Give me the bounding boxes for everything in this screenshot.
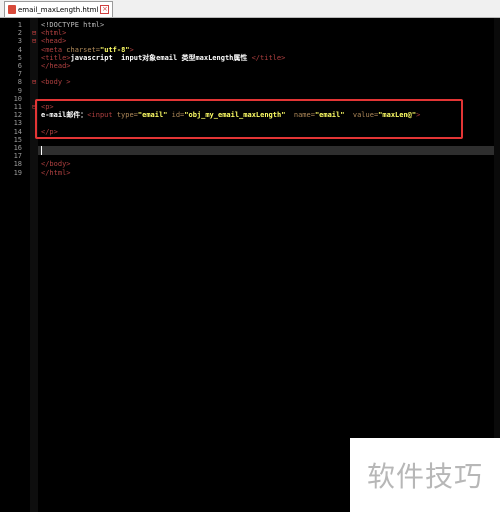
line-number: 17 [13,152,22,161]
code-token-tag: </html> [41,168,71,177]
code-line[interactable]: 1 <!DOCTYPE html> [0,21,500,29]
line-number: 14 [13,127,22,136]
code-token-tag: <html> [41,29,67,38]
code-token-attr: charset= [66,45,101,54]
watermark: 软件技巧 [350,438,500,512]
code-line[interactable]: 2 ⊟ <html> [0,29,500,37]
fold-toggle-icon[interactable]: ⊟ [32,78,36,86]
code-token-tag: <title> [41,53,71,62]
code-token-tag: <meta [41,45,67,54]
close-icon[interactable]: × [100,5,110,14]
code-text: <!DOCTYPE html> [41,21,104,29]
code-text: </body> [41,160,71,168]
code-token-doctype: <!DOCTYPE html> [41,21,105,29]
tab-bar: email_maxLength.html × [0,0,500,18]
code-text: <meta charset="utf-8"> [41,46,134,54]
line-number: 13 [13,119,22,128]
code-text: <head> [41,37,66,45]
code-line[interactable]: 3 ⊟ <head> [0,37,500,45]
line-number: 9 [17,86,22,95]
line-number: 5 [17,53,22,62]
fold-toggle-icon[interactable]: ⊟ [32,29,36,37]
code-line[interactable]: 18 </body> [0,160,500,168]
code-line[interactable]: 5 <title>javascript input对象email 类型maxLen… [0,54,500,62]
tab-email-maxlength[interactable]: email_maxLength.html × [4,1,114,17]
code-text: <html> [41,29,66,37]
line-number: 7 [17,70,22,79]
line-number: 8 [17,78,22,87]
code-token-strong: javascript input对象email 类型maxLength属性 [70,53,252,62]
line-number: 10 [13,94,22,103]
code-line[interactable]: 7 [0,70,500,78]
code-line[interactable]: 6 </head> [0,62,500,70]
annotation-highlight-box [35,99,463,139]
code-token-tag: <body > [41,78,71,87]
line-number: 6 [17,62,22,70]
line-number: 12 [13,111,22,120]
code-token-val: "utf-8" [100,45,130,54]
code-text: </html> [41,169,71,177]
code-line[interactable]: 8 ⊟ <body > [0,78,500,86]
code-line[interactable]: 17 [0,152,500,160]
code-token-tag: > [129,45,134,54]
html-file-icon [8,5,16,14]
line-number: 15 [13,135,22,144]
code-token-tag: </head> [41,62,71,70]
code-text: </head> [41,62,71,70]
code-token-tag: </body> [41,160,71,169]
code-text: <body > [41,78,71,86]
code-token-tag: </title> [251,53,286,62]
line-number: 18 [13,160,22,169]
line-number: 1 [17,21,22,29]
code-line[interactable]: 9 [0,87,500,95]
line-number: 3 [17,37,22,46]
line-number: 19 [13,168,22,177]
code-line[interactable]: 16 [0,144,500,152]
line-number: 16 [13,144,22,152]
code-line[interactable]: 4 <meta charset="utf-8"> [0,46,500,54]
tab-filename: email_maxLength.html [18,5,99,14]
code-text: <title>javascript input对象email 类型maxLeng… [41,54,285,62]
fold-toggle-icon[interactable]: ⊟ [32,37,36,45]
code-token-tag: <head> [41,37,67,46]
line-number: 11 [13,103,22,111]
line-number: 2 [17,29,22,38]
line-number: 4 [17,45,22,54]
code-line[interactable]: 19 </html> [0,169,500,177]
